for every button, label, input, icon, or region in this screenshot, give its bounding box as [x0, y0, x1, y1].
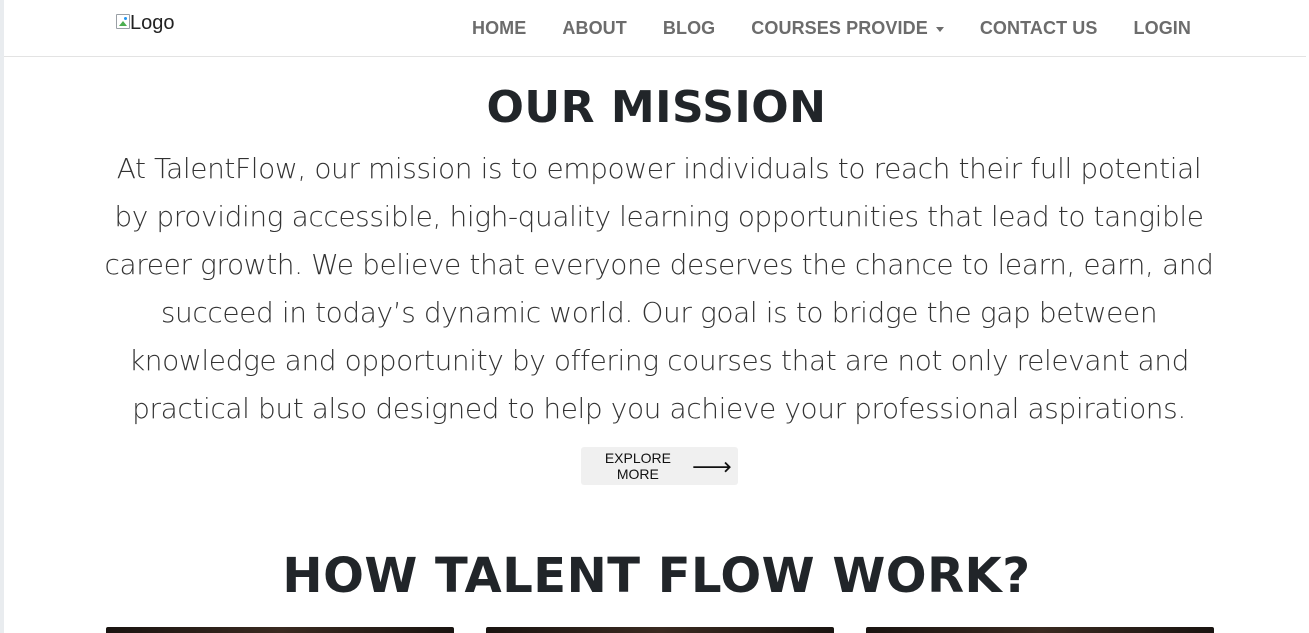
- logo-alt-text: Logo: [130, 12, 175, 34]
- mission-text: At TalentFlow, our mission is to empower…: [104, 152, 1214, 425]
- logo-link[interactable]: Logo: [116, 12, 175, 35]
- navbar: Logo HOME ABOUT BLOG COURSES PROVIDE CON…: [4, 0, 1309, 57]
- arrow-right-icon: 🡒: [691, 458, 732, 476]
- how-it-works-card: [106, 627, 454, 633]
- how-it-works-card: [486, 627, 834, 633]
- how-it-works-title: HOW TALENT FLOW WORK?: [282, 548, 1031, 604]
- nav-courses-dropdown[interactable]: COURSES PROVIDE: [751, 18, 944, 39]
- mission-title: OUR MISSION: [486, 82, 827, 133]
- explore-more-button[interactable]: EXPLORE MORE 🡒: [581, 447, 738, 485]
- how-it-works-card: [866, 627, 1214, 633]
- nav-login[interactable]: LOGIN: [1134, 18, 1192, 39]
- nav-contact[interactable]: CONTACT US: [980, 18, 1098, 39]
- caret-down-icon: [935, 26, 944, 32]
- nav-courses-label: COURSES PROVIDE: [751, 17, 928, 38]
- nav-home[interactable]: HOME: [472, 18, 526, 39]
- nav-links: HOME ABOUT BLOG COURSES PROVIDE CONTACT …: [436, 0, 1191, 56]
- nav-blog[interactable]: BLOG: [663, 18, 715, 39]
- page: Logo HOME ABOUT BLOG COURSES PROVIDE CON…: [0, 0, 1309, 633]
- nav-about[interactable]: ABOUT: [562, 18, 627, 39]
- explore-more-label: EXPLORE MORE: [604, 450, 671, 482]
- broken-image-icon: [116, 14, 130, 29]
